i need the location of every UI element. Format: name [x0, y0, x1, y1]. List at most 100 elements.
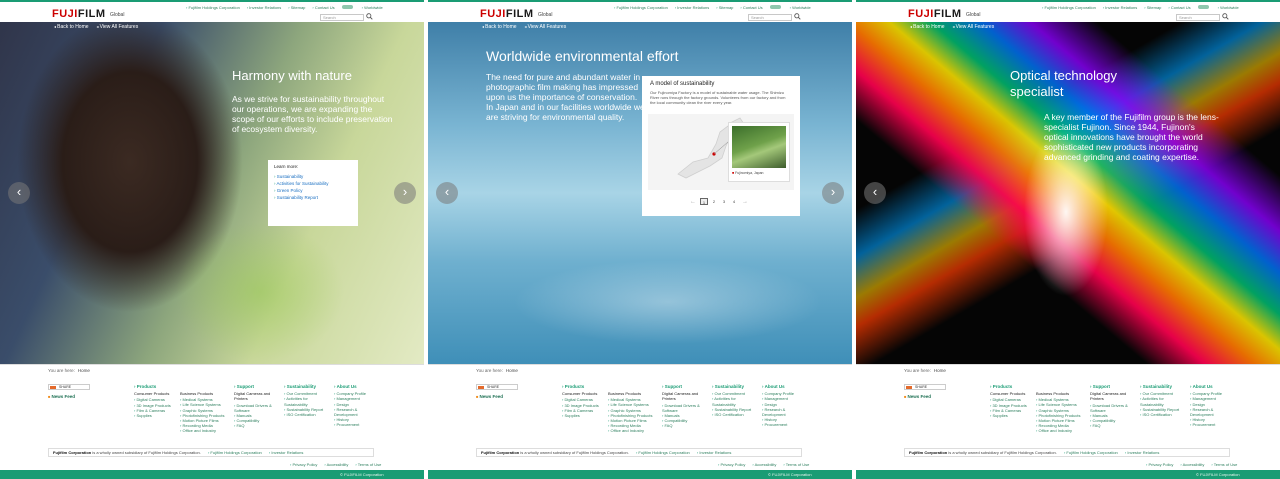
- accessibility-link[interactable]: Accessibility: [1180, 462, 1205, 467]
- learn-more-link[interactable]: Sustainability Report: [274, 194, 352, 201]
- footer-link[interactable]: FAQ: [234, 423, 282, 428]
- fujifilm-logo[interactable]: FUJIFILM: [480, 8, 534, 20]
- footer-link[interactable]: Download Drivers & Software: [1090, 403, 1138, 413]
- footer-heading[interactable]: Support: [662, 384, 710, 389]
- search-icon[interactable]: [366, 13, 373, 20]
- view-all-features-link[interactable]: View All Features: [97, 24, 139, 30]
- corp-link-investor[interactable]: Investor Relations: [269, 450, 303, 455]
- next-slide-arrow-icon[interactable]: ›: [822, 182, 844, 204]
- accessibility-link[interactable]: Accessibility: [752, 462, 777, 467]
- privacy-policy-link[interactable]: Privacy Policy: [290, 462, 317, 467]
- learn-more-link[interactable]: Green Policy: [274, 187, 352, 194]
- utility-link-investor[interactable]: Investor Relations: [247, 5, 281, 10]
- footer-link[interactable]: ISO Certification: [712, 412, 760, 417]
- search-input[interactable]: Search: [320, 14, 364, 21]
- breadcrumb-home[interactable]: Home: [506, 368, 518, 373]
- pager-prev-icon[interactable]: ←: [688, 199, 698, 205]
- view-all-features-link[interactable]: View All Features: [525, 24, 567, 30]
- utility-link-worldwide[interactable]: Worldwide: [362, 5, 383, 10]
- footer-heading[interactable]: About Us: [334, 384, 378, 389]
- pager-next-icon[interactable]: →: [740, 199, 750, 205]
- search-icon[interactable]: [794, 13, 801, 20]
- corp-link-holdings[interactable]: Fujifilm Holdings Corporation: [1064, 450, 1118, 455]
- utility-link-contact[interactable]: Contact Us: [740, 5, 763, 10]
- footer-link[interactable]: ISO Certification: [1140, 412, 1188, 417]
- utility-link-contact[interactable]: Contact Us: [312, 5, 335, 10]
- privacy-policy-link[interactable]: Privacy Policy: [1146, 462, 1173, 467]
- corp-link-holdings[interactable]: Fujifilm Holdings Corporation: [636, 450, 690, 455]
- breadcrumb-home[interactable]: Home: [934, 368, 946, 373]
- utility-link-sitemap[interactable]: Sitemap: [288, 5, 306, 10]
- fujifilm-logo[interactable]: FUJIFILM: [52, 8, 106, 20]
- footer-link[interactable]: Office and Industry: [180, 428, 232, 433]
- fujifilm-logo[interactable]: FUJIFILM: [908, 8, 962, 20]
- utility-link-holdings[interactable]: Fujifilm Holdings Corporation: [1042, 5, 1095, 10]
- utility-link-sitemap[interactable]: Sitemap: [1144, 5, 1162, 10]
- back-to-home-link[interactable]: Back to Home: [482, 24, 516, 30]
- footer-link[interactable]: Research & Development: [762, 407, 806, 417]
- footer-heading[interactable]: About Us: [762, 384, 806, 389]
- footer-link[interactable]: Research & Development: [1190, 407, 1234, 417]
- footer-link[interactable]: Activities for Sustainability: [284, 396, 332, 406]
- pager-page[interactable]: 1: [700, 198, 708, 205]
- footer-link[interactable]: FAQ: [662, 423, 710, 428]
- corp-link-investor[interactable]: Investor Relations: [1125, 450, 1159, 455]
- footer-link[interactable]: Download Drivers & Software: [234, 403, 282, 413]
- footer-link[interactable]: Procurement: [762, 422, 806, 427]
- utility-link-contact[interactable]: Contact Us: [1168, 5, 1191, 10]
- utility-link-holdings[interactable]: Fujifilm Holdings Corporation: [614, 5, 667, 10]
- utility-link-investor[interactable]: Investor Relations: [675, 5, 709, 10]
- view-all-features-link[interactable]: View All Features: [953, 24, 995, 30]
- back-to-home-link[interactable]: Back to Home: [54, 24, 88, 30]
- corp-link-investor[interactable]: Investor Relations: [697, 450, 731, 455]
- news-feed-link[interactable]: News Feed: [476, 394, 504, 399]
- news-feed-link[interactable]: News Feed: [904, 394, 932, 399]
- pager-page[interactable]: 2: [710, 198, 718, 205]
- footer-link[interactable]: Research & Development: [334, 407, 378, 417]
- footer-heading[interactable]: Sustainability: [712, 384, 760, 389]
- share-button[interactable]: SHARE: [904, 384, 946, 390]
- utility-link-holdings[interactable]: Fujifilm Holdings Corporation: [186, 5, 239, 10]
- pager-page[interactable]: 4: [730, 198, 738, 205]
- footer-link[interactable]: ISO Certification: [284, 412, 332, 417]
- terms-of-use-link[interactable]: Terms of Use: [355, 462, 382, 467]
- river-photo[interactable]: Fujinomiya, Japan: [728, 122, 790, 182]
- footer-link[interactable]: FAQ: [1090, 423, 1138, 428]
- pager-page[interactable]: 3: [720, 198, 728, 205]
- footer-link[interactable]: Supplies: [562, 413, 608, 418]
- utility-link-sitemap[interactable]: Sitemap: [716, 5, 734, 10]
- share-button[interactable]: SHARE: [476, 384, 518, 390]
- privacy-policy-link[interactable]: Privacy Policy: [718, 462, 745, 467]
- footer-heading[interactable]: Support: [234, 384, 282, 389]
- accessibility-link[interactable]: Accessibility: [324, 462, 349, 467]
- footer-link[interactable]: Office and Industry: [1036, 428, 1088, 433]
- footer-link[interactable]: Download Drivers & Software: [662, 403, 710, 413]
- footer-link[interactable]: Supplies: [990, 413, 1036, 418]
- utility-link-worldwide[interactable]: Worldwide: [1218, 5, 1239, 10]
- utility-link-worldwide[interactable]: Worldwide: [790, 5, 811, 10]
- footer-heading[interactable]: Sustainability: [284, 384, 332, 389]
- share-button[interactable]: SHARE: [48, 384, 90, 390]
- search-icon[interactable]: [1222, 13, 1229, 20]
- back-to-home-link[interactable]: Back to Home: [910, 24, 944, 30]
- footer-heading[interactable]: About Us: [1190, 384, 1234, 389]
- footer-link[interactable]: Procurement: [334, 422, 378, 427]
- learn-more-link[interactable]: Sustainability: [274, 173, 352, 180]
- search-input[interactable]: Search: [748, 14, 792, 21]
- footer-link[interactable]: Supplies: [134, 413, 180, 418]
- footer-heading[interactable]: Support: [1090, 384, 1138, 389]
- learn-more-link[interactable]: Activities for Sustainability: [274, 180, 352, 187]
- utility-link-investor[interactable]: Investor Relations: [1103, 5, 1137, 10]
- prev-slide-arrow-icon[interactable]: ‹: [436, 182, 458, 204]
- next-slide-arrow-icon[interactable]: ›: [394, 182, 416, 204]
- terms-of-use-link[interactable]: Terms of Use: [1211, 462, 1238, 467]
- footer-heading[interactable]: Products: [134, 384, 180, 389]
- footer-heading[interactable]: Sustainability: [1140, 384, 1188, 389]
- footer-heading[interactable]: Products: [990, 384, 1036, 389]
- footer-link[interactable]: Activities for Sustainability: [1140, 396, 1188, 406]
- terms-of-use-link[interactable]: Terms of Use: [783, 462, 810, 467]
- footer-heading[interactable]: Products: [562, 384, 608, 389]
- footer-link[interactable]: Procurement: [1190, 422, 1234, 427]
- corp-link-holdings[interactable]: Fujifilm Holdings Corporation: [208, 450, 262, 455]
- search-input[interactable]: Search: [1176, 14, 1220, 21]
